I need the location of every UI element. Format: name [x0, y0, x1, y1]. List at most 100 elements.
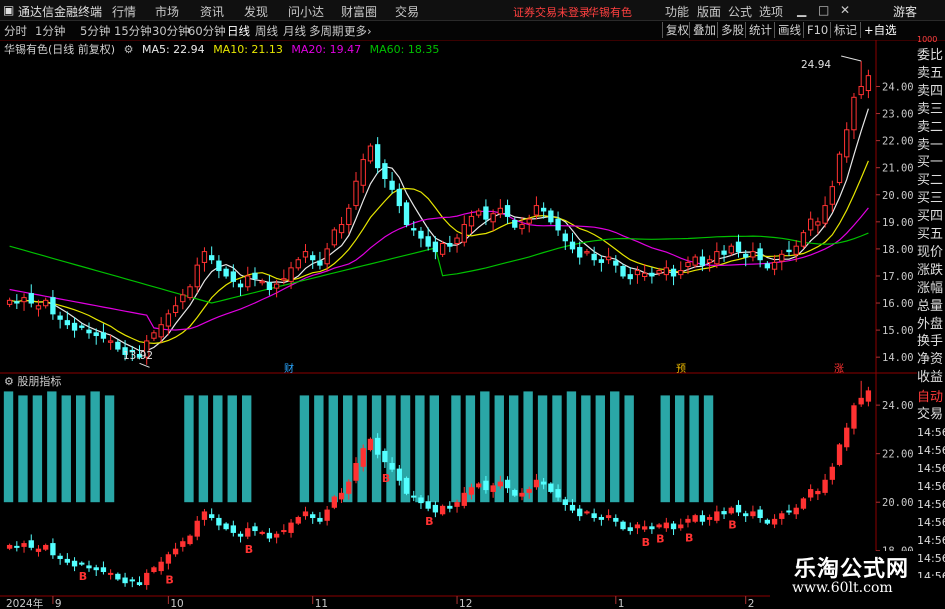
period-30min[interactable]: 30分钟 — [152, 23, 190, 39]
menu-jiaoyi[interactable]: 交易 — [395, 3, 419, 20]
period-1min[interactable]: 1分钟 — [35, 23, 65, 39]
period-fenshi[interactable]: 分时 — [4, 23, 27, 39]
draw-line-button[interactable]: 画线 — [774, 22, 804, 38]
login-status[interactable]: 证券交易未登录 — [513, 4, 590, 20]
sub-settings-gear-icon[interactable]: ⚙ — [4, 375, 14, 388]
f10-button[interactable]: F10 — [803, 22, 831, 38]
candle-body — [21, 297, 27, 303]
quote-label: 买一 — [917, 155, 944, 171]
candle-body — [670, 268, 677, 277]
candle-body — [598, 259, 605, 263]
menu-wenxiaoda[interactable]: 问小达 — [288, 3, 324, 20]
candle-body — [338, 224, 345, 234]
menu-shichang[interactable]: 市场 — [155, 3, 179, 20]
sub-candle-body — [439, 505, 446, 515]
multi-stock-button[interactable]: 多股 — [717, 22, 747, 38]
guest-login[interactable]: 游客 — [893, 3, 917, 20]
period-multi[interactable]: 多周期 — [309, 23, 344, 39]
candle-body — [678, 270, 684, 276]
sub-candle-body — [144, 572, 150, 586]
time-label: 14:56 — [917, 462, 945, 475]
buy-signal-label: B — [245, 543, 253, 556]
event-marker-zhang[interactable]: 涨 — [834, 360, 844, 375]
menu-gongshi[interactable]: 公式 — [728, 3, 752, 20]
period-15min[interactable]: 15分钟 — [114, 23, 152, 39]
time-label: 14:56 — [917, 552, 945, 565]
sub-candle-body — [331, 496, 338, 508]
high-price-label: 24.94 — [801, 59, 832, 71]
period-weekly[interactable]: 周线 — [255, 23, 278, 39]
fuquan-button[interactable]: 复权 — [662, 22, 692, 38]
candle-body — [728, 245, 734, 254]
overlay-button[interactable]: 叠加 — [689, 22, 719, 38]
sub-candle-body — [714, 511, 720, 521]
sub-candle-body — [483, 480, 489, 491]
period-5min[interactable]: 5分钟 — [80, 23, 110, 39]
indicator-bar — [537, 395, 548, 503]
quote-label: 涨幅 — [917, 280, 944, 296]
menu-zixun[interactable]: 资讯 — [200, 3, 224, 20]
sub-candle-body — [454, 502, 460, 507]
period-monthly[interactable]: 月线 — [283, 23, 306, 39]
menu-gongneng[interactable]: 功能 — [665, 3, 689, 20]
sub-candle-body — [281, 530, 287, 533]
quote-label: 卖二 — [917, 119, 944, 135]
indicator-bar — [61, 395, 71, 503]
add-favorite-button[interactable]: +自选 — [860, 22, 900, 38]
trade-label[interactable]: 交易 — [917, 403, 945, 422]
menu-caifuquan[interactable]: 财富圈 — [341, 3, 377, 20]
period-daily[interactable]: 日线 — [227, 23, 250, 39]
site-watermark: 乐淘公式网 www.60lt.com — [770, 551, 945, 609]
mark-button[interactable]: 标记 — [830, 22, 860, 38]
maximize-icon[interactable]: □ — [818, 3, 829, 17]
menu-faxian[interactable]: 发现 — [244, 3, 268, 20]
candle-body — [685, 261, 691, 267]
indicator-bar — [90, 391, 100, 503]
candle-body — [35, 305, 42, 310]
date-axis: 2024年 9 10 11 12 1 2 — [6, 596, 754, 609]
quote-label: 净资 — [917, 352, 944, 368]
statistics-button[interactable]: 统计 — [745, 22, 775, 38]
date-tick-label: 10 — [170, 598, 183, 609]
sub-candle-body — [230, 525, 236, 533]
menu-xuanxiang[interactable]: 选项 — [759, 3, 783, 20]
time-label: 14:56 — [917, 498, 945, 511]
menu-hangqing[interactable]: 行情 — [112, 3, 136, 20]
candle-body — [786, 249, 792, 253]
indicator-bar — [595, 395, 605, 503]
stock-name-tab[interactable]: 华锡有色 — [588, 4, 632, 20]
watermark-title: 乐淘公式网 — [790, 551, 914, 583]
quote-label: 卖四 — [917, 83, 944, 99]
candle-body — [721, 250, 727, 255]
date-tick-label: 9 — [55, 598, 62, 609]
indicator-bar — [465, 395, 476, 503]
buy-signal-label: B — [79, 570, 87, 583]
period-more[interactable]: 更多› — [344, 23, 372, 39]
indicator-bar — [299, 395, 310, 503]
sub-candle-body — [418, 497, 424, 504]
quote-label: 外盘 — [917, 316, 944, 332]
candle-body — [6, 299, 13, 305]
menu-banmian[interactable]: 版面 — [697, 3, 721, 20]
candle-body — [793, 245, 799, 255]
event-marker-cai[interactable]: 财 — [284, 360, 294, 375]
candle-body — [454, 237, 460, 244]
close-icon[interactable]: ✕ — [840, 3, 850, 17]
price-tick-label: 18.00 — [882, 244, 914, 256]
period-60min[interactable]: 60分钟 — [188, 23, 226, 39]
date-tick-label: 11 — [315, 598, 328, 609]
minimize-icon[interactable]: ▁ — [797, 3, 806, 17]
sub-candle-body — [779, 513, 785, 519]
kline-chart[interactable]: 14.00 15.00 16.00 17.00 18.00 19.00 20.00 21.00… — [0, 40, 917, 609]
event-marker-yu[interactable]: 预 — [676, 360, 686, 375]
quote-label: 卖三 — [917, 101, 944, 117]
sub-candle-body — [100, 567, 107, 573]
sub-candle-body — [663, 522, 669, 529]
sub-candle-body — [634, 524, 641, 529]
indicator-bar — [610, 391, 620, 503]
high-marker-line — [841, 55, 862, 62]
sub-candle-body — [367, 438, 374, 451]
time-label: 14:56 — [917, 426, 945, 439]
candle-body — [807, 218, 814, 231]
candle-body — [526, 218, 532, 224]
